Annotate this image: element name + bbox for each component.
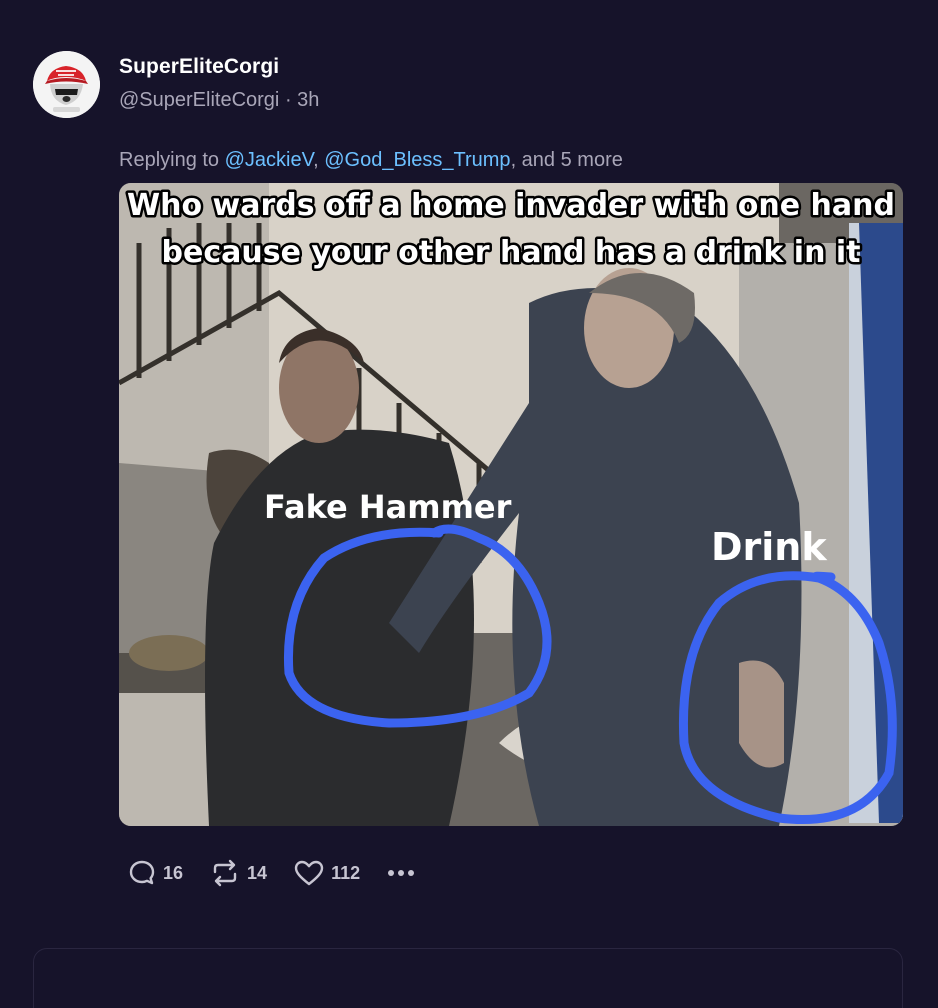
replying-to-label: Replying to [119,149,220,171]
mention-link[interactable]: @JackieV [225,149,314,171]
author-display-name[interactable]: SuperEliteCorgi [119,55,279,79]
repost-count: 14 [247,862,268,883]
meme-caption-line-1: Who wards off a home invader with one ha… [127,188,895,223]
more-options-button[interactable] [388,870,415,876]
reply-icon [129,860,155,885]
meta-separator: · [284,89,292,111]
post-image[interactable]: Who wards off a home invader with one ha… [119,183,903,826]
author-handle[interactable]: @SuperEliteCorgi [119,89,279,111]
replying-to-line: Replying to @JackieV, @God_Bless_Trump, … [119,149,623,172]
like-count: 112 [331,862,361,883]
post-time[interactable]: 3h [297,89,319,111]
mention-separator: , [313,149,325,171]
repost-icon [213,859,237,887]
heart-icon [294,860,324,886]
author-meta: @SuperEliteCorgi · 3h [119,89,319,112]
post-action-bar: 16 14 112 [127,856,415,890]
repost-button[interactable]: 14 [209,858,267,888]
label-fake-hammer: Fake Hammer [264,488,512,526]
meme-image: Who wards off a home invader with one ha… [119,183,903,826]
more-icon [388,870,415,876]
corgi-avatar-icon [33,51,100,118]
more-mentions-link[interactable]: , and 5 more [511,149,623,171]
reply-count: 16 [163,862,184,883]
author-avatar[interactable] [33,51,100,118]
reply-composer-box[interactable] [33,948,903,1008]
meme-caption-line-2: because your other hand has a drink in i… [162,235,861,270]
mention-link[interactable]: @God_Bless_Trump [324,149,510,171]
post-card: SuperEliteCorgi @SuperEliteCorgi · 3h Re… [0,0,938,1008]
label-drink: Drink [711,525,827,569]
reply-button[interactable]: 16 [127,858,183,888]
like-button[interactable]: 112 [293,858,360,888]
